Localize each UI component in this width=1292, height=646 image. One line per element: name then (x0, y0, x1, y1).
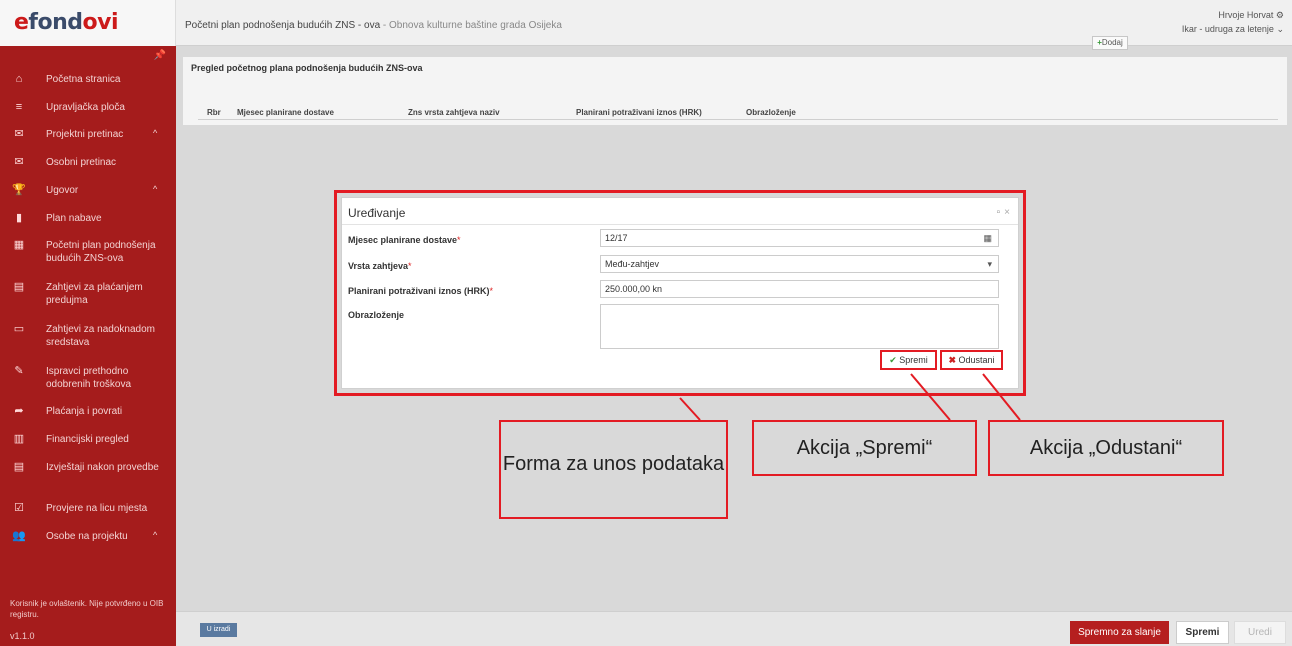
dashboard-icon: ≡ (15, 101, 23, 113)
sidebar: 📌 ⌂ Početna stranica ≡ Upravljačka ploča ✉… (0, 46, 176, 646)
field-label-iznos: Planirani potraživani iznos (HRK)* (348, 286, 494, 296)
mail-icon: ✉ (14, 156, 24, 168)
mail-icon: ✉ (14, 128, 24, 140)
month-input[interactable]: 12/17 ▦ (600, 229, 999, 247)
trophy-icon: 🏆 (12, 184, 26, 196)
user-organization: Ikar - udruga za letenje (1181, 24, 1274, 34)
modal-save-button[interactable]: ✔ Spremi (880, 350, 937, 370)
logo-text: efondovi (14, 10, 119, 35)
status-badge: U izradi (200, 623, 237, 637)
request-type-select[interactable]: Među-zahtjev ▾ (600, 255, 999, 273)
check-icon: ✔ (889, 355, 897, 365)
column-header-obrazlozenje[interactable]: Obrazloženje (746, 108, 796, 117)
calendar-icon[interactable]: ▦ (983, 230, 992, 246)
column-header-vrsta[interactable]: Zns vrsta zahtjeva naziv (408, 108, 500, 117)
user-menu[interactable]: Hrvoje Horvat ⚙ Ikar - udruga za letenje… (1182, 8, 1284, 36)
add-button[interactable]: +Dodaj (1092, 36, 1128, 50)
logo[interactable]: efondovi (0, 0, 176, 46)
footer-save-button[interactable]: Spremi (1176, 621, 1229, 644)
caret-up-icon[interactable]: ^ (153, 128, 157, 138)
report-icon: ▤ (13, 461, 25, 473)
amount-input[interactable]: 250.000,00 kn (600, 280, 999, 298)
ready-to-send-button[interactable]: Spremno za slanje (1070, 621, 1169, 644)
caret-up-icon[interactable]: ^ (153, 184, 157, 194)
field-label-obrazlozenje: Obrazloženje (348, 310, 405, 320)
chart-icon: ▥ (13, 433, 25, 445)
panel-title: Pregled početnog plana podnošenja budući… (191, 63, 423, 73)
footer-bar: U izradi Spremno za slanje Spremi Uredi (176, 611, 1292, 646)
share-icon: ➦ (14, 405, 24, 417)
modal-cancel-button[interactable]: ✖ Odustani (940, 350, 1003, 370)
close-icon[interactable]: × (1004, 207, 1010, 218)
column-header-mjesec[interactable]: Mjesec planirane dostave (237, 108, 334, 117)
field-label-mjesec: Mjesec planirane dostave* (348, 235, 461, 245)
table-divider (198, 119, 1278, 120)
user-status-note: Korisnik je ovlaštenik. Nije potvrđeno u… (10, 599, 164, 619)
pin-icon[interactable]: 📌 (154, 50, 166, 61)
modal-divider (342, 224, 1018, 225)
callout-form: Forma za unos podataka (499, 420, 728, 519)
check-icon: ☑ (14, 502, 24, 514)
bookmark-icon: ▮ (15, 212, 23, 224)
caret-up-icon[interactable]: ^ (153, 530, 157, 540)
maximize-icon[interactable]: ▫ (997, 207, 1001, 218)
plan-panel: Pregled početnog plana podnošenja budući… (183, 57, 1287, 125)
page-title: Početni plan podnošenja budućih ZNS - ov… (185, 20, 562, 31)
callout-save: Akcija „Spremi“ (752, 420, 977, 476)
callout-cancel: Akcija „Odustani“ (988, 420, 1224, 476)
edit-modal: Uređivanje ▫ × Mjesec planirane dostave* … (341, 197, 1019, 389)
version-label: v1.1.0 (10, 631, 35, 641)
card-icon: ▭ (13, 323, 25, 335)
chevron-down-icon[interactable]: ⌄ (1276, 24, 1284, 34)
user-name: Hrvoje Horvat (1218, 10, 1274, 20)
column-header-rbr[interactable]: Rbr (207, 108, 221, 117)
gear-icon[interactable]: ⚙ (1276, 10, 1284, 20)
document-icon: ▤ (13, 281, 25, 293)
explanation-textarea[interactable] (600, 304, 999, 349)
home-icon: ⌂ (15, 73, 23, 85)
footer-edit-button[interactable]: Uredi (1234, 621, 1286, 644)
column-header-iznos[interactable]: Planirani potraživani iznos (HRK) (576, 108, 702, 117)
field-label-vrsta: Vrsta zahtjeva* (348, 261, 412, 271)
dropdown-arrow-icon[interactable]: ▾ (987, 256, 992, 272)
cancel-icon: ✖ (948, 355, 956, 365)
users-icon: 👥 (12, 530, 26, 542)
edit-icon: ✎ (14, 365, 24, 377)
calendar-icon: ▦ (13, 239, 25, 251)
modal-title: Uređivanje (348, 206, 406, 220)
